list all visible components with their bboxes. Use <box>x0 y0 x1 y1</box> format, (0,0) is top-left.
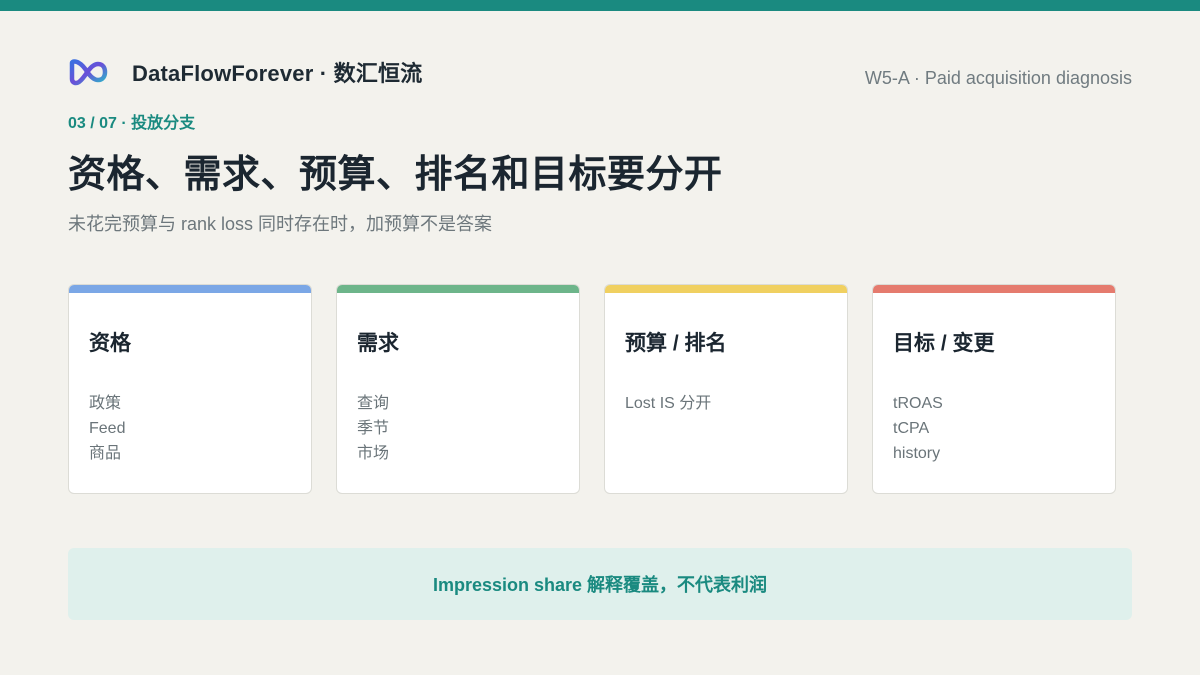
top-accent-bar <box>0 0 1200 11</box>
card-budget-rank: 预算 / 排名 Lost IS 分开 <box>604 284 848 494</box>
card-item: 政策 <box>89 395 122 412</box>
card-item: Lost IS 分开 <box>625 395 712 412</box>
section-label: 03 / 07 · 投放分支 <box>68 115 196 132</box>
brand-name: DataFlowForever · 数汇恒流 <box>132 61 423 86</box>
card-title: 目标 / 变更 <box>893 332 995 355</box>
callout-box: Impression share 解释覆盖，不代表利润 <box>68 548 1132 620</box>
callout-text: Impression share 解释覆盖，不代表利润 <box>432 575 768 595</box>
cards-row: 资格 政策 Feed 商品 需求 查询 季节 市场 预算 / 排名 Lost I… <box>68 284 1116 494</box>
page-title: 资格、需求、预算、排名和目标要分开 <box>68 154 723 196</box>
card-item-list: 查询 季节 市场 <box>357 391 389 466</box>
card-item-list: Lost IS 分开 <box>625 391 711 416</box>
brand: DataFlowForever · 数汇恒流 <box>68 54 422 90</box>
card-title: 资格 <box>89 332 131 355</box>
page-subtitle: 未花完预算与 rank loss 同时存在时，加预算不是答案 <box>68 214 493 234</box>
card-demand: 需求 查询 季节 市场 <box>336 284 580 494</box>
header-meta: W5-A · Paid acquisition diagnosis <box>864 68 1132 88</box>
card-item: 商品 <box>89 445 122 462</box>
card-item: 查询 <box>357 395 390 412</box>
card-item-list: tROAS tCPA history <box>893 391 943 466</box>
card-item-list: 政策 Feed 商品 <box>89 391 125 466</box>
card-item: 市场 <box>357 445 390 462</box>
card-accent-bar <box>69 285 311 293</box>
card-item: tCPA <box>893 420 930 437</box>
card-accent-bar <box>605 285 847 293</box>
card-accent-bar <box>337 285 579 293</box>
card-target-change: 目标 / 变更 tROAS tCPA history <box>872 284 1116 494</box>
card-item: history <box>893 445 941 462</box>
card-item: Feed <box>89 420 126 437</box>
card-eligibility: 资格 政策 Feed 商品 <box>68 284 312 494</box>
card-title: 需求 <box>357 332 399 355</box>
card-title: 预算 / 排名 <box>625 332 727 355</box>
infinity-logo-icon <box>68 56 114 88</box>
card-item: 季节 <box>357 420 390 437</box>
card-item: tROAS <box>893 395 943 412</box>
card-accent-bar <box>873 285 1115 293</box>
